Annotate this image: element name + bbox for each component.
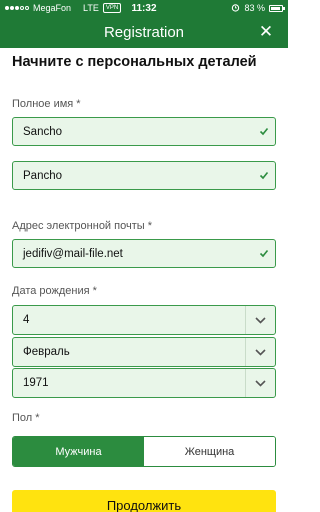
- vpn-badge: VPN: [102, 3, 122, 13]
- email-value: jedifiv@mail-file.net: [23, 247, 123, 260]
- signal-icon: [5, 6, 29, 10]
- dob-month-select[interactable]: Февраль: [12, 337, 276, 367]
- dob-year-value: 1971: [23, 377, 49, 389]
- check-icon: [259, 127, 269, 136]
- dob-year-select[interactable]: 1971: [12, 368, 276, 398]
- last-name-value: Pancho: [23, 169, 63, 182]
- email-input[interactable]: jedifiv@mail-file.net: [12, 239, 276, 268]
- email-label: Адрес электронной почты *: [12, 220, 152, 232]
- gender-toggle: Мужчина Женщина: [12, 436, 276, 467]
- status-bar: MegaFon LTE VPN 11:32 83 %: [0, 0, 288, 16]
- check-icon: [259, 249, 269, 258]
- last-name-input[interactable]: Pancho: [12, 161, 276, 190]
- battery-icon: [269, 4, 285, 12]
- chevron-down-icon: [245, 306, 275, 334]
- page-title: Начните с персональных деталей: [12, 54, 257, 70]
- dob-day-select[interactable]: 4: [12, 305, 276, 335]
- chevron-down-icon: [245, 338, 275, 366]
- dob-month-value: Февраль: [23, 346, 70, 358]
- network-type: LTE: [83, 3, 99, 13]
- alarm-icon: [231, 3, 240, 14]
- header-title: Registration: [103, 23, 185, 41]
- app-header: Registration ✕: [0, 16, 288, 48]
- carrier-name: MegaFon: [33, 3, 72, 13]
- chevron-down-icon: [245, 369, 275, 397]
- check-icon: [259, 171, 269, 180]
- continue-button[interactable]: Продолжить: [12, 490, 276, 512]
- full-name-label: Полное имя *: [12, 98, 81, 110]
- status-bar-left: MegaFon LTE VPN: [5, 3, 231, 13]
- first-name-input[interactable]: Sancho: [12, 117, 276, 146]
- battery-percent: 83 %: [244, 3, 265, 13]
- gender-label: Пол *: [12, 412, 40, 424]
- dob-day-value: 4: [23, 314, 30, 326]
- close-icon[interactable]: ✕: [256, 22, 276, 42]
- status-bar-right: 83 %: [231, 3, 285, 14]
- dob-label: Дата рождения *: [12, 285, 97, 297]
- gender-option-female[interactable]: Женщина: [144, 437, 275, 466]
- gender-option-male[interactable]: Мужчина: [13, 437, 144, 466]
- first-name-value: Sancho: [23, 125, 63, 138]
